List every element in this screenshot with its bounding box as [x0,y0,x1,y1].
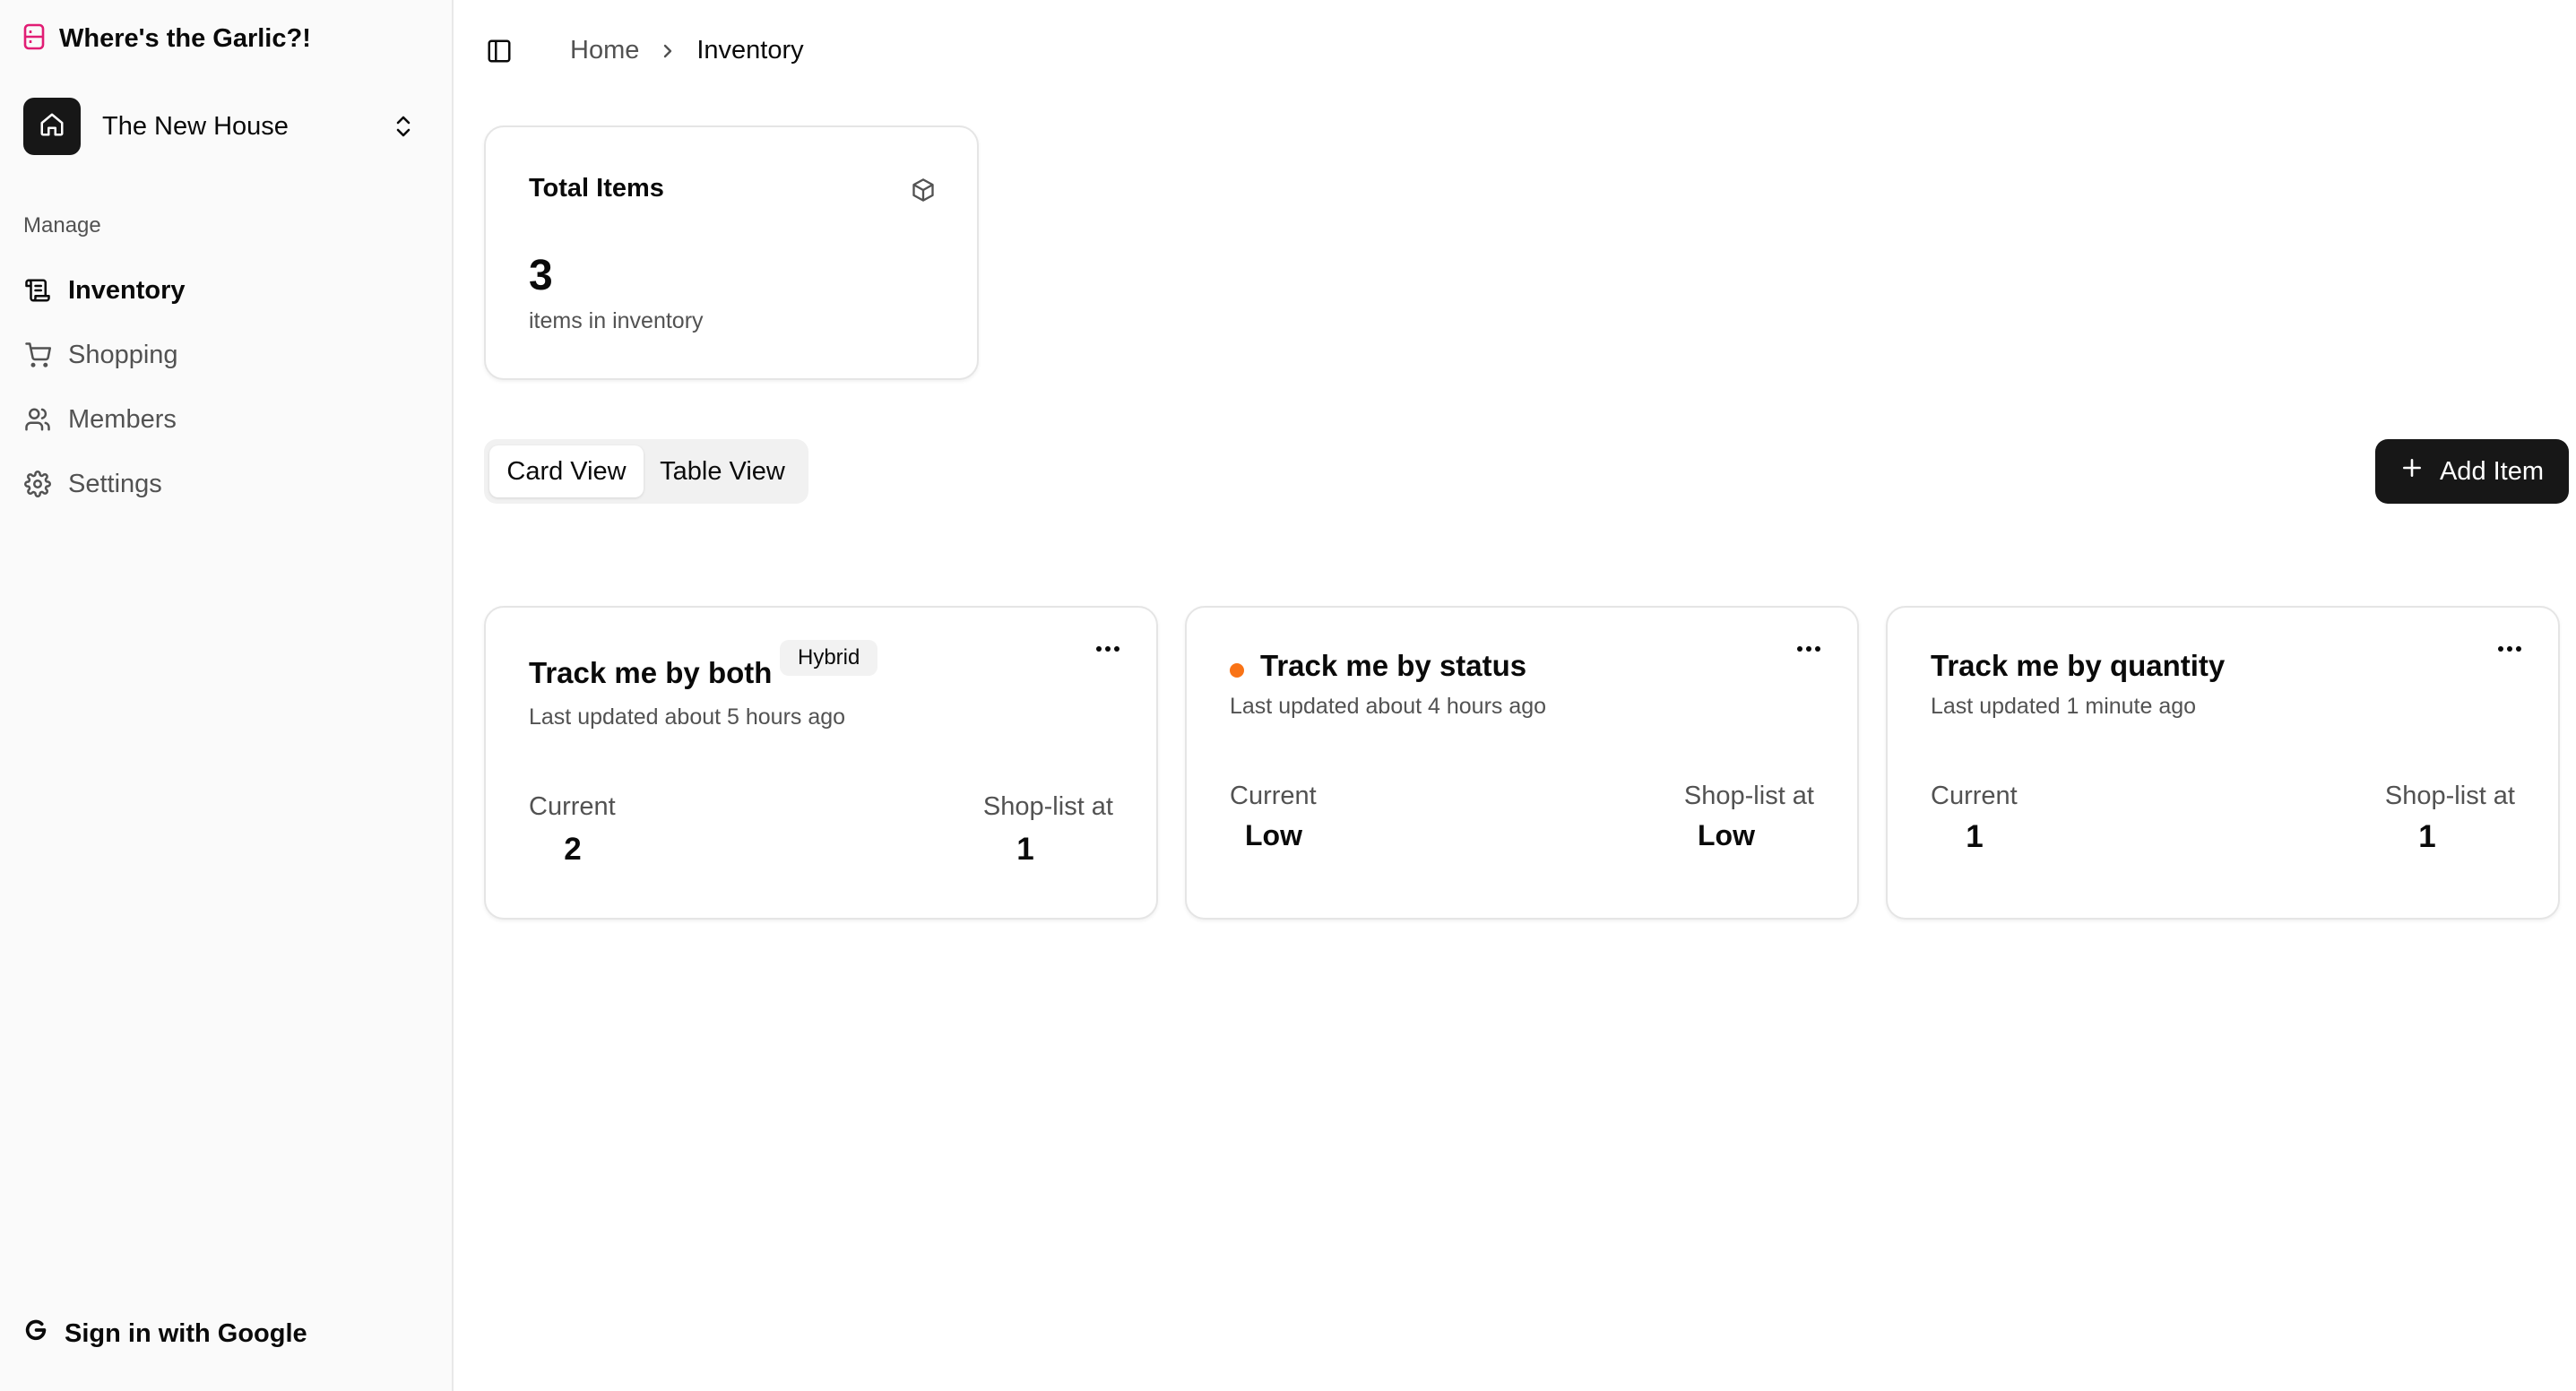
sidebar-item-shopping[interactable]: Shopping [23,323,430,387]
package-icon [911,177,936,203]
sign-in-google-button[interactable]: Sign in with Google [23,1318,307,1350]
ellipsis-icon [1796,641,1821,657]
sidebar-nav: Inventory Shopping Members Settings [23,258,430,516]
sidebar-item-label: Shopping [68,340,178,369]
scroll-icon [23,276,52,305]
shop-list-label: Shop-list at [1683,782,1814,810]
tab-card-view[interactable]: Card View [489,445,644,497]
more-options-button[interactable] [2492,638,2528,660]
stat-value: 3 [529,252,553,299]
brand[interactable]: Where's the Garlic?! [23,23,311,55]
current-label: Current [529,792,616,821]
stat-title: Total Items [529,174,664,203]
item-card[interactable]: Track me by both Hybrid Last updated abo… [484,606,1158,920]
sidebar-item-members[interactable]: Members [23,387,430,452]
sidebar-item-settings[interactable]: Settings [23,452,430,516]
chevrons-up-down-icon [391,108,416,144]
plus-icon [2400,456,2424,487]
sidebar: Where's the Garlic?! The New House Manag… [0,0,454,1391]
item-title: Track me by both [529,656,773,689]
shop-list-value: 1 [2418,819,2436,854]
shop-list-label: Shop-list at [2384,782,2515,810]
house-name: The New House [102,111,289,141]
breadcrumb-home-link[interactable]: Home [570,36,639,65]
google-icon [23,1318,48,1350]
sign-in-label: Sign in with Google [65,1318,307,1348]
add-item-button[interactable]: Add Item [2375,439,2569,504]
nav-group-label: Manage [23,213,101,238]
sidebar-item-label: Members [68,404,177,434]
add-item-label: Add Item [2439,456,2545,486]
item-card[interactable]: Track me by status Last updated about 4 … [1185,606,1859,920]
item-title: Track me by quantity [1931,649,2226,682]
item-updated: Last updated about 4 hours ago [1230,694,1547,719]
sidebar-toggle-button[interactable] [484,38,514,68]
shop-list-value: Low [1698,819,1755,851]
sidebar-item-inventory[interactable]: Inventory [23,258,430,323]
home-icon [39,111,65,143]
current-value: 2 [564,832,582,867]
item-card[interactable]: Track me by quantity Last updated 1 minu… [1886,606,2560,920]
current-value: Low [1245,819,1302,851]
users-icon [23,405,52,434]
shop-list-value: 1 [1016,832,1034,867]
item-title: Track me by status [1260,649,1527,682]
sidebar-item-label: Inventory [68,275,186,305]
house-avatar [23,98,81,155]
current-label: Current [1931,782,2018,810]
chevron-right-icon [661,41,675,61]
total-items-card: Total Items 3 items in inventory [484,125,979,380]
ellipsis-icon [2497,641,2522,657]
item-updated: Last updated 1 minute ago [1931,694,2197,719]
current-label: Current [1230,782,1317,810]
breadcrumb-current: Inventory [696,36,804,65]
item-badge: Hybrid [780,640,878,676]
panel-left-icon [486,38,513,69]
view-tabs: Card View Table View [484,439,808,504]
app-name: Where's the Garlic?! [59,24,311,53]
stat-subtitle: items in inventory [529,308,704,333]
item-updated: Last updated about 5 hours ago [529,704,846,730]
sidebar-item-label: Settings [68,469,162,498]
more-options-button[interactable] [1791,638,1827,660]
breadcrumb: Home Inventory [570,36,804,65]
gear-icon [23,470,52,498]
shop-list-label: Shop-list at [982,792,1113,821]
garlic-logo-icon [23,23,45,55]
ellipsis-icon [1095,641,1120,657]
current-value: 1 [1966,819,1984,854]
more-options-button[interactable] [1090,638,1126,660]
house-switcher[interactable]: The New House [23,95,427,158]
cart-icon [23,341,52,369]
tab-table-view[interactable]: Table View [644,445,801,497]
status-dot [1230,663,1244,678]
